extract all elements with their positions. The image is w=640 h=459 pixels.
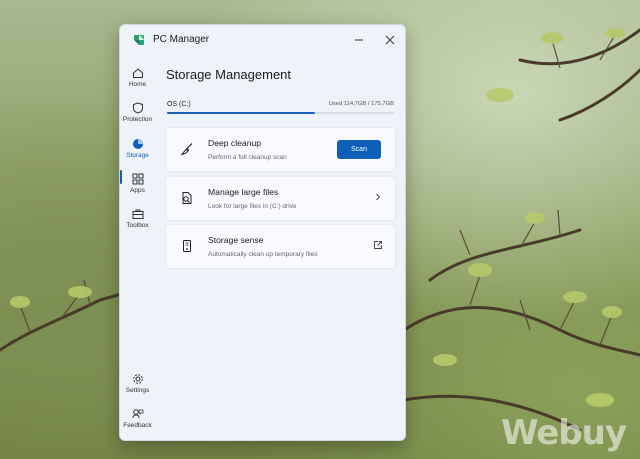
pc-manager-logo-icon — [134, 35, 144, 45]
sidebar-item-label: Storage — [126, 152, 149, 159]
open-external-icon — [374, 241, 382, 249]
scan-button[interactable]: Scan — [337, 140, 381, 159]
sidebar-nav: Home Protection Storage Apps Toolbox Set… — [120, 55, 155, 440]
card-title: Storage sense — [208, 235, 264, 245]
deep-cleanup-card[interactable]: Deep cleanup Perform a full cleanup scan… — [165, 127, 396, 172]
broom-icon — [180, 143, 193, 156]
webuy-watermark: Webuy — [500, 413, 627, 453]
drive-name: OS (C:) — [167, 101, 191, 108]
file-search-icon — [182, 192, 192, 204]
card-subtitle: Look for large files in (C:) drive — [208, 203, 297, 210]
pc-manager-window: PC Manager Home Protection Storage Apps … — [119, 24, 406, 441]
sidebar-item-label: Apps — [130, 187, 145, 194]
pie-chart-icon — [132, 139, 143, 149]
card-subtitle: Automatically clean up temporary files — [208, 251, 318, 258]
close-button[interactable] — [379, 30, 401, 50]
apps-grid-icon — [132, 173, 143, 185]
gear-icon — [132, 374, 143, 384]
minimize-button[interactable] — [348, 30, 370, 50]
sidebar-item-feedback[interactable]: Feedback — [120, 402, 155, 436]
sidebar-item-label: Home — [128, 81, 147, 88]
toolbox-icon — [132, 209, 143, 219]
chevron-right-icon — [376, 193, 381, 201]
app-title: PC Manager — [153, 34, 210, 45]
drive-icon — [183, 240, 191, 252]
sidebar-item-settings[interactable]: Settings — [120, 367, 155, 401]
manage-large-files-card[interactable]: Manage large files Look for large files … — [165, 176, 396, 221]
minimize-icon — [355, 39, 363, 41]
home-icon — [132, 68, 143, 78]
sidebar-item-label: Toolbox — [126, 222, 149, 229]
storage-usage-fill — [167, 112, 316, 114]
sidebar-item-home[interactable]: Home — [120, 61, 155, 95]
sidebar-item-protection[interactable]: Protection — [120, 96, 155, 130]
storage-sense-card[interactable]: Storage sense Automatically clean up tem… — [165, 224, 396, 269]
close-icon — [385, 35, 395, 45]
storage-usage-bar — [167, 112, 394, 114]
sidebar-item-toolbox[interactable]: Toolbox — [120, 202, 155, 236]
card-subtitle: Perform a full cleanup scan — [208, 154, 287, 161]
title-bar[interactable]: PC Manager — [120, 25, 405, 55]
sidebar-item-label: Protection — [122, 116, 153, 123]
shield-icon — [132, 102, 143, 114]
card-title: Deep cleanup — [208, 138, 262, 148]
sidebar-item-label: Settings — [125, 387, 150, 394]
feedback-icon — [132, 409, 143, 419]
sidebar-item-label: Feedback — [123, 422, 152, 429]
sidebar-item-storage[interactable]: Storage — [120, 132, 155, 166]
sidebar-item-apps[interactable]: Apps — [120, 167, 155, 201]
page-title: Storage Management — [166, 67, 292, 82]
card-title: Manage large files — [208, 187, 279, 197]
drive-usage-text: Used 114,7GB / 175,7GB — [328, 101, 394, 107]
